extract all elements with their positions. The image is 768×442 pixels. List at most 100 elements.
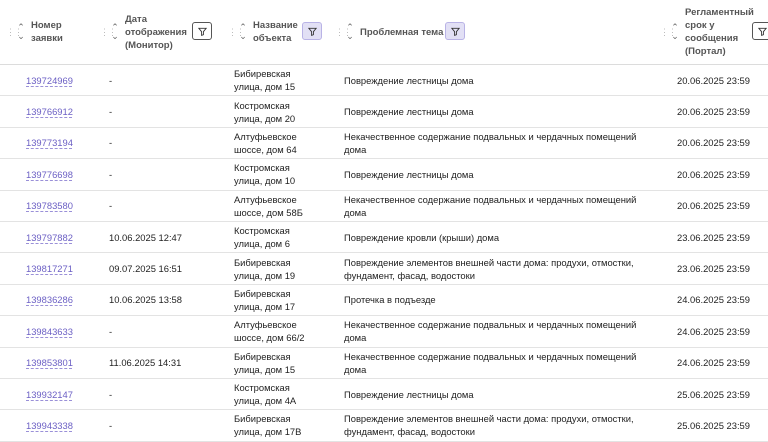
cell-text: Повреждение лестницы дома (344, 168, 474, 180)
filter-icon[interactable] (302, 22, 322, 40)
cell-text: Бибиревская улица, дом 17 (234, 287, 296, 312)
request-number-link[interactable]: 139783580 (26, 199, 73, 212)
object-name-cell: Бибиревская улица, дом 15 (234, 348, 295, 378)
column-label[interactable]: Название объекта (253, 19, 298, 45)
problem-topic-cell: Повреждение лестницы дома (344, 96, 474, 126)
drag-handle-icon[interactable]: ⋮⋮ (660, 28, 677, 37)
request-number-cell: 139932147 (26, 379, 73, 409)
request-number-link[interactable]: 139836286 (26, 293, 73, 306)
display-date-cell: - (109, 65, 112, 95)
column-label[interactable]: Проблемная тема (360, 26, 443, 39)
table-body: 139724969 - Бибиревская улица, дом 15 Повреж… (0, 65, 768, 442)
problem-topic-cell: Некачественное содержание подвальных и ч… (344, 128, 636, 158)
request-number-cell: 139817271 (26, 253, 73, 283)
request-number-link[interactable]: 139932147 (26, 388, 73, 401)
table-row[interactable]: 139776698 - Костромская улица, дом 10 Повреж… (0, 159, 768, 191)
deadline-cell: 25.06.2025 23:59 (677, 379, 750, 409)
object-name-cell: Алтуфьевское шоссе, дом 58Б (234, 191, 303, 221)
cell-text: Некачественное содержание подвальных и ч… (344, 319, 637, 344)
drag-handle-icon[interactable]: ⋮⋮ (6, 28, 23, 37)
filter-icon[interactable] (192, 22, 212, 40)
request-number-link[interactable]: 139843633 (26, 325, 73, 338)
deadline-cell: 20.06.2025 23:59 (677, 128, 750, 158)
drag-handle-icon[interactable]: ⋮⋮ (100, 28, 117, 37)
object-name-cell: Бибиревская улица, дом 19 (234, 253, 295, 283)
table-row[interactable]: 139943338 - Бибиревская улица, дом 17В Повре… (0, 410, 768, 442)
problem-topic-cell: Протечка в подъезде (344, 285, 436, 315)
col-object-name-header: ⋮⋮ ⌃ ⌄ Название объекта (228, 0, 298, 64)
deadline-cell: 23.06.2025 23:59 (677, 222, 750, 252)
cell-text: 20.06.2025 23:59 (677, 200, 750, 212)
deadline-cell: 24.06.2025 23:59 (677, 285, 750, 315)
cell-text: Некачественное содержание подвальных и ч… (344, 193, 637, 218)
cell-text: 20.06.2025 23:59 (677, 74, 750, 86)
column-label[interactable]: Дата отображения (Монитор) (125, 13, 187, 52)
cell-text: Бибиревская улица, дом 15 (234, 68, 296, 93)
request-number-cell: 139943338 (26, 410, 73, 440)
sort-icon[interactable]: ⌃ ⌄ (16, 23, 26, 41)
col-problem-topic-header: ⋮⋮ ⌃ ⌄ Проблемная тема (335, 0, 443, 64)
cell-text: Некачественное содержание подвальных и ч… (344, 130, 637, 155)
display-date-cell: - (109, 379, 112, 409)
request-number-link[interactable]: 139853801 (26, 356, 73, 369)
request-number-link[interactable]: 139943338 (26, 419, 73, 432)
drag-handle-icon[interactable]: ⋮⋮ (228, 28, 245, 37)
table-row[interactable]: 139783580 - Алтуфьевское шоссе, дом 58Б Нека… (0, 191, 768, 222)
problem-topic-cell: Некачественное содержание подвальных и ч… (344, 191, 636, 221)
object-name-cell: Бибиревская улица, дом 15 (234, 65, 295, 95)
problem-topic-cell: Повреждение лестницы дома (344, 159, 474, 189)
table-row[interactable]: 139773194 - Алтуфьевское шоссе, дом 64 Некач… (0, 128, 768, 160)
table-row[interactable]: 139843633 - Алтуфьевское шоссе, дом 66/2 Нек… (0, 316, 768, 348)
cell-text: - (109, 419, 113, 431)
cell-text: Бибиревская улица, дом 17В (234, 413, 302, 438)
problem-topic-cell: Некачественное содержание подвальных и ч… (344, 348, 636, 378)
cell-text: 11.06.2025 14:31 (109, 357, 182, 369)
problem-topic-cell: Повреждение элементов внешней части дома… (344, 253, 634, 283)
table-row[interactable]: 139797882 10.06.2025 12:47 Костромская улиц… (0, 222, 768, 254)
filter-icon[interactable] (445, 22, 465, 40)
sort-icon[interactable]: ⌃ ⌄ (345, 23, 355, 41)
cell-text: Алтуфьевское шоссе, дом 66/2 (234, 319, 305, 344)
request-number-link[interactable]: 139817271 (26, 262, 73, 275)
cell-text: Костромская улица, дом 10 (234, 162, 296, 187)
cell-text: Бибиревская улица, дом 19 (234, 256, 296, 281)
request-number-link[interactable]: 139797882 (26, 231, 73, 244)
object-name-cell: Бибиревская улица, дом 17В (234, 410, 301, 440)
table-row[interactable]: 139724969 - Бибиревская улица, дом 15 Повреж… (0, 65, 768, 97)
table-row[interactable]: 139853801 11.06.2025 14:31 Бибиревская улиц… (0, 348, 768, 379)
column-label[interactable]: Номер заявки (31, 19, 63, 45)
request-number-link[interactable]: 139776698 (26, 168, 73, 181)
display-date-cell: 10.06.2025 13:58 (109, 285, 182, 315)
cell-text: - (109, 74, 113, 86)
filter-icon[interactable] (752, 22, 768, 40)
table-row[interactable]: 139932147 - Костромская улица, дом 4А Повреж… (0, 379, 768, 411)
table-row[interactable]: 139836286 10.06.2025 13:58 Бибиревская улиц… (0, 285, 768, 317)
cell-text: 23.06.2025 23:59 (677, 231, 750, 243)
sort-icon[interactable]: ⌃ ⌄ (238, 23, 248, 41)
table-row[interactable]: 139817271 09.07.2025 16:51 Бибиревская улиц… (0, 253, 768, 285)
request-number-link[interactable]: 139773194 (26, 136, 73, 149)
sort-icon[interactable]: ⌃ ⌄ (670, 23, 680, 41)
request-number-link[interactable]: 139766912 (26, 105, 73, 118)
requests-table: ⋮⋮ ⌃ ⌄ Номер заявки ⋮⋮ ⌃ ⌄ Дата отображения (Монит… (0, 0, 768, 442)
request-number-cell: 139853801 (26, 348, 73, 378)
display-date-cell: - (109, 159, 112, 189)
cell-text: Повреждение лестницы дома (344, 74, 474, 86)
cell-text: 25.06.2025 23:59 (677, 419, 750, 431)
sort-icon[interactable]: ⌃ ⌄ (110, 23, 120, 41)
cell-text: - (109, 168, 113, 180)
table-row[interactable]: 139766912 - Костромская улица, дом 20 Повреж… (0, 96, 768, 128)
cell-text: Повреждение лестницы дома (344, 106, 474, 118)
request-number-link[interactable]: 139724969 (26, 74, 73, 87)
object-name-cell: Костромская улица, дом 10 (234, 159, 295, 189)
cell-text: 10.06.2025 12:47 (109, 231, 182, 243)
cell-text: Бибиревская улица, дом 15 (234, 350, 296, 375)
drag-handle-icon[interactable]: ⋮⋮ (335, 28, 352, 37)
column-label[interactable]: Регламентный срок у сообщения (Портал) (685, 6, 754, 58)
cell-text: 25.06.2025 23:59 (677, 388, 750, 400)
display-date-cell: - (109, 191, 112, 221)
object-name-cell: Алтуфьевское шоссе, дом 66/2 (234, 316, 305, 346)
cell-text: 23.06.2025 23:59 (677, 263, 750, 275)
object-name-cell: Костромская улица, дом 6 (234, 222, 290, 252)
cell-text: Протечка в подъезде (344, 294, 436, 306)
